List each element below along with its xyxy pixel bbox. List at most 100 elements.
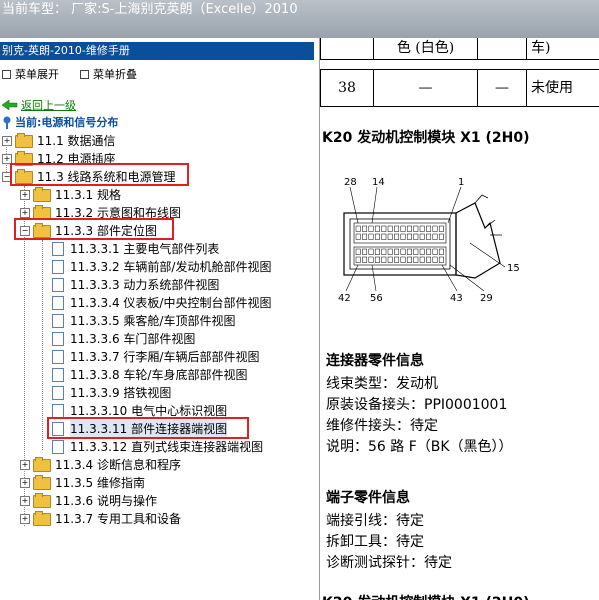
- expand-node-icon[interactable]: +: [20, 514, 30, 524]
- connector-pin: [413, 256, 419, 263]
- connector-pin: [406, 256, 412, 263]
- expand-node-icon[interactable]: +: [20, 460, 30, 470]
- tree-item-label: 11.3.3.1 主要电气部件列表: [70, 242, 220, 256]
- terminal-parts-line: 诊断测试探针：待定: [326, 555, 452, 571]
- collapse-menu-button[interactable]: 菜单折叠: [80, 66, 137, 82]
- connector-pin: [432, 248, 438, 255]
- expand-node-icon[interactable]: +: [2, 136, 12, 146]
- connector-pin: [419, 248, 425, 255]
- expand-node-icon[interactable]: +: [20, 208, 30, 218]
- tree-item[interactable]: +11.3.1 规格: [20, 186, 121, 204]
- connector-pin: [400, 233, 406, 240]
- connector-pin: [355, 248, 361, 255]
- document-icon: [52, 242, 64, 256]
- folder-icon: [33, 510, 51, 526]
- connector-pin: [438, 248, 444, 255]
- connector-pin: [413, 233, 419, 240]
- connector-pin: [368, 256, 374, 263]
- tree-item[interactable]: 11.3.3.9 搭铁视图: [40, 384, 171, 402]
- tree-item[interactable]: +11.1 数据通信: [2, 132, 116, 150]
- tree-item-label: 11.3.3.6 车门部件视图: [70, 332, 196, 346]
- connector-pin: [426, 248, 432, 255]
- tree-item-label: 11.3.5 维修指南: [55, 476, 145, 490]
- current-location-label: 当前:电源和信号分布: [15, 116, 119, 129]
- tree-item-label: 11.3.3.8 车轮/车身底部部件视图: [70, 368, 248, 382]
- tree-item[interactable]: 11.3.3.5 乘客舱/车顶部件视图: [40, 312, 235, 330]
- table-cell: —: [373, 69, 478, 107]
- highlight-box: [14, 218, 174, 240]
- pin-label: 28: [344, 177, 357, 188]
- folder-icon: [33, 474, 51, 490]
- tree-item-label: 11.3.3.3 动力系统部件视图: [70, 278, 220, 292]
- connector-pin: [419, 225, 425, 232]
- tree-item[interactable]: +11.3.5 维修指南: [20, 474, 145, 492]
- connector-pin: [426, 256, 432, 263]
- pin-label: 42: [338, 293, 351, 304]
- expand-node-icon[interactable]: +: [20, 496, 30, 506]
- tree-item[interactable]: +11.3.4 诊断信息和程序: [20, 456, 181, 474]
- expand-node-icon[interactable]: +: [20, 190, 30, 200]
- connector-pin: [400, 248, 406, 255]
- connector-pin: [394, 225, 400, 232]
- folder-icon: [33, 456, 51, 472]
- table-cell: 38: [320, 69, 374, 107]
- tree-item[interactable]: +11.3.7 专用工具和设备: [20, 510, 181, 528]
- terminal-parts-list: 端接引线：待定 拆卸工具：待定 诊断测试探针：待定: [326, 511, 452, 574]
- next-heading-cut: K20 发动机控制模块 X1 (2H0): [322, 592, 529, 600]
- connector-pin: [406, 233, 412, 240]
- pin-label: 29: [480, 293, 493, 304]
- tree-item[interactable]: 11.3.3.4 仪表板/中央控制台部件视图: [40, 294, 271, 312]
- tree-item[interactable]: 11.3.3.8 车轮/车身底部部件视图: [40, 366, 247, 384]
- pin-label: 43: [450, 293, 463, 304]
- folder-icon: [33, 186, 51, 202]
- location-pin-icon: [3, 116, 11, 129]
- terminal-parts-title: 端子零件信息: [326, 490, 410, 506]
- folder-icon: [15, 132, 33, 148]
- tree-item-label: 11.3.3.12 直列式线束连接器端视图: [70, 440, 264, 454]
- expand-menu-label: 菜单展开: [15, 68, 59, 81]
- tree-item[interactable]: +11.3.6 说明与操作: [20, 492, 157, 510]
- document-icon: [52, 404, 64, 418]
- table-cell: [320, 38, 374, 60]
- tree-item-label: 11.3.1 规格: [55, 188, 121, 202]
- table-cell: —: [477, 69, 527, 107]
- connector-pin: [394, 256, 400, 263]
- tree-item[interactable]: 11.3.3.6 车门部件视图: [40, 330, 195, 348]
- manual-title: 别克-英朗-2010-维修手册: [2, 44, 130, 57]
- connector-pin: [426, 225, 432, 232]
- connector-pin: [368, 225, 374, 232]
- highlight-box: [47, 417, 249, 439]
- document-icon: [52, 296, 64, 310]
- connector-pin: [432, 225, 438, 232]
- pin-label: 15: [507, 263, 520, 274]
- tree-item-label: 11.3.7 专用工具和设备: [55, 512, 181, 526]
- back-link[interactable]: 返回上一级: [2, 97, 76, 113]
- connector-pin: [387, 256, 393, 263]
- document-icon: [52, 260, 64, 274]
- tree-item[interactable]: 11.3.3.7 行李厢/车辆后部部件视图: [40, 348, 259, 366]
- expand-menu-button[interactable]: 菜单展开: [2, 66, 59, 82]
- tree-item[interactable]: 11.3.3.2 车辆前部/发动机舱部件视图: [40, 258, 271, 276]
- tree-item[interactable]: 11.3.3.12 直列式线束连接器端视图: [40, 438, 263, 456]
- connector-pin: [438, 233, 444, 240]
- tree-item[interactable]: 11.3.3.1 主要电气部件列表: [40, 240, 219, 258]
- connector-pin: [387, 248, 393, 255]
- connector-pin: [362, 256, 368, 263]
- tree-item-label: 11.3.6 说明与操作: [55, 494, 157, 508]
- tree-item-label: 11.3.3.2 车辆前部/发动机舱部件视图: [70, 260, 272, 274]
- tree-item[interactable]: 11.3.3.3 动力系统部件视图: [40, 276, 219, 294]
- tree-item-label: 11.3.3.4 仪表板/中央控制台部件视图: [70, 296, 272, 310]
- connector-pin: [438, 225, 444, 232]
- connector-pin: [374, 256, 380, 263]
- connector-pin: [381, 248, 387, 255]
- connector-parts-line: 原装设备接头：PPI0001001: [326, 397, 508, 413]
- connector-pin: [355, 225, 361, 232]
- pin-label: 1: [458, 177, 464, 188]
- document-icon: [52, 386, 64, 400]
- terminal-parts-line: 端接引线：待定: [326, 513, 424, 529]
- tree-item-label: 11.3.3.5 乘客舱/车顶部件视图: [70, 314, 236, 328]
- connector-parts-list: 线束类型：发动机 原装设备接头：PPI0001001 维修件接头：待定 说明：5…: [326, 374, 513, 458]
- expand-node-icon[interactable]: +: [20, 478, 30, 488]
- document-icon: [52, 314, 64, 328]
- connector-pin: [381, 225, 387, 232]
